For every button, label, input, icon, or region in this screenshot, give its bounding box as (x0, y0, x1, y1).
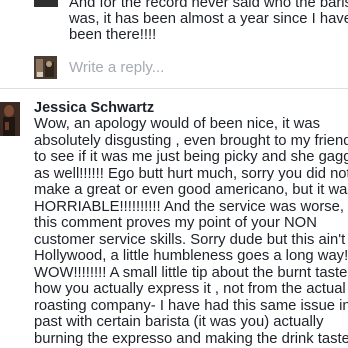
avatar-photo-icon (0, 102, 20, 136)
commenter-avatar[interactable] (0, 102, 20, 136)
facebook-comment-thread: And for the record never said who the ba… (0, 0, 348, 348)
avatar-photo-icon (34, 56, 57, 79)
previous-reply-avatar[interactable] (34, 0, 58, 7)
commenter-name[interactable]: Jessica Schwartz (34, 100, 154, 116)
current-user-avatar[interactable] (34, 56, 57, 79)
reply-input[interactable] (64, 55, 348, 79)
previous-reply: And for the record never said who the ba… (0, 0, 348, 45)
divider (0, 88, 348, 89)
write-reply-row (0, 53, 348, 81)
previous-reply-text: And for the record never said who the ba… (69, 0, 348, 43)
comment: Jessica Schwartz Wow, an apology would o… (0, 96, 348, 348)
comment-text: Wow, an apology would of been nice, it w… (34, 116, 348, 348)
